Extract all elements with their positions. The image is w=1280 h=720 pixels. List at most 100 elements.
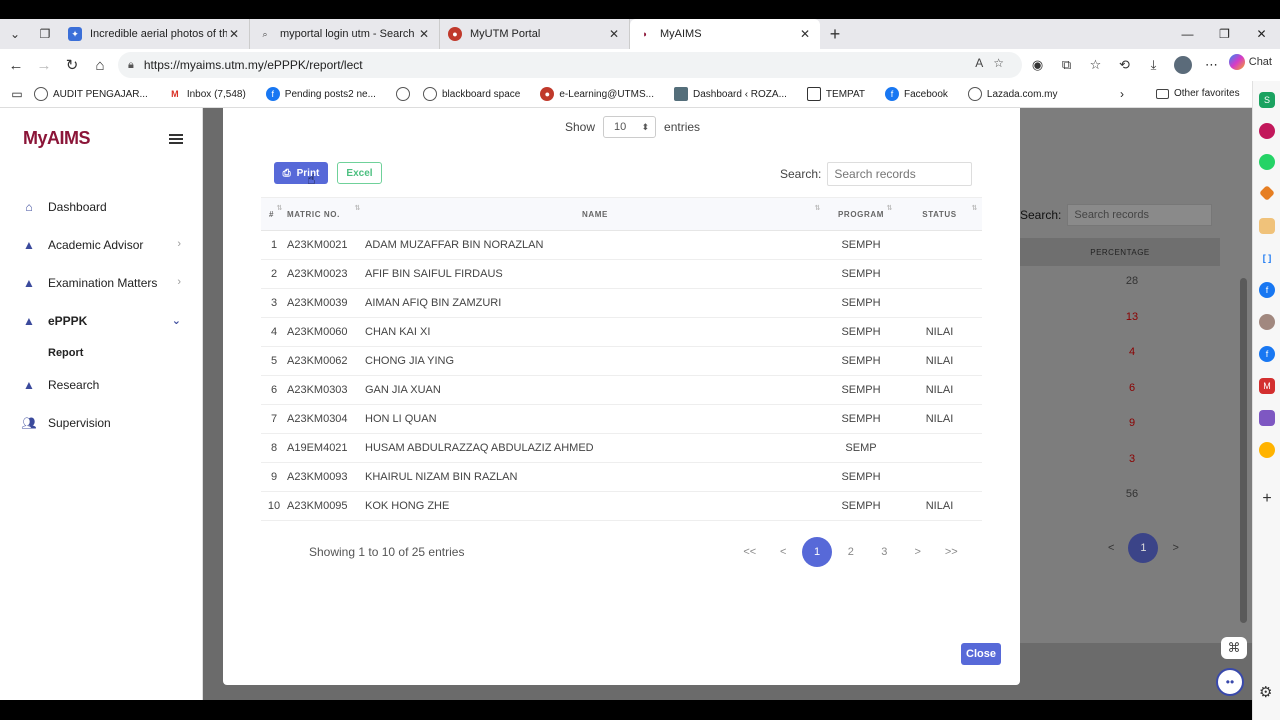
settings-gear-icon[interactable]: ⚙	[1259, 683, 1272, 701]
bookmark-item[interactable]: f Pending posts2 ne...	[265, 87, 376, 101]
page-length-control: Show 10 ⬍ entries	[565, 116, 700, 138]
page-scrollbar[interactable]	[1240, 278, 1247, 623]
close-button[interactable]: Close	[961, 643, 1001, 665]
home-icon[interactable]: ⌂	[86, 51, 114, 79]
pagination: << < 1 2 3 > >>	[733, 537, 968, 567]
page-3-button[interactable]: 3	[868, 538, 902, 566]
sidebar-app-icon[interactable]: S	[1259, 92, 1275, 108]
tab-actions-chevron-icon[interactable]: ⌄	[0, 19, 30, 49]
column-header-number[interactable]: # ⇅	[261, 197, 287, 231]
close-tab-icon[interactable]: ✕	[798, 27, 812, 41]
search-label: Search:	[780, 167, 822, 181]
prev-page-button[interactable]: <	[1108, 542, 1114, 554]
downloads-icon[interactable]: ⤓	[1139, 53, 1168, 77]
graduation-cap-icon: ▲	[23, 378, 35, 392]
sidebar-app-icon[interactable]: [ ]	[1259, 250, 1275, 266]
add-sidebar-app-plus-icon[interactable]: +	[1259, 490, 1275, 507]
next-page-button[interactable]: >	[901, 538, 935, 566]
sidebar-item-eppk[interactable]: ▲ ePPPK ⌄	[0, 302, 203, 340]
facebook-icon[interactable]: f	[1259, 346, 1275, 362]
hamburger-menu-icon[interactable]	[169, 134, 183, 144]
tab-myaims[interactable]: ◗ MyAIMS ✕	[630, 19, 820, 49]
chat-assistant-icon[interactable]: ••	[1216, 668, 1244, 696]
folder-icon	[1156, 88, 1169, 99]
forward-arrow-icon[interactable]: →	[30, 51, 58, 79]
page-1-button[interactable]: 1	[802, 537, 832, 567]
sidebar-item-dashboard[interactable]: ⌂ Dashboard	[0, 188, 203, 226]
whatsapp-icon[interactable]	[1259, 154, 1275, 170]
workspaces-icon[interactable]: ❐	[30, 19, 60, 49]
sidebar-item-research[interactable]: ▲ Research	[0, 366, 203, 404]
bookmark-item[interactable]: TEMPAT	[806, 87, 865, 101]
refresh-icon[interactable]: ↻	[58, 51, 86, 79]
sidebar-app-icon[interactable]	[1259, 442, 1275, 458]
tab-actions-icon[interactable]: ▭	[0, 87, 34, 101]
read-aloud-favorite-icons[interactable]: A☆	[975, 56, 1014, 70]
gmail-icon[interactable]: M	[1259, 378, 1275, 394]
extensions-puzzle-icon[interactable]: ⧉	[1052, 53, 1081, 77]
column-header-name[interactable]: NAME ⇅	[365, 197, 825, 231]
bookmark-item[interactable]: Lazada.com.my	[967, 87, 1058, 101]
current-page-button[interactable]: 1	[1128, 533, 1159, 563]
print-button[interactable]: ⎙ Print	[274, 162, 328, 184]
cookie-extension-icon[interactable]: ◉	[1023, 53, 1052, 77]
sidebar-app-icon[interactable]	[1259, 314, 1275, 330]
first-page-button[interactable]: <<	[733, 538, 767, 566]
tab-aerial-photos[interactable]: ✦ Incredible aerial photos of the wor ✕	[60, 19, 250, 49]
close-tab-icon[interactable]: ✕	[607, 27, 621, 41]
restore-icon[interactable]: ❐	[1206, 19, 1243, 49]
sidebar-item-supervision[interactable]: 👥︎ Supervision	[0, 404, 203, 442]
myaims-logo[interactable]: MyAIMS	[23, 128, 91, 149]
close-tab-icon[interactable]: ✕	[227, 27, 241, 41]
excel-button[interactable]: Excel	[337, 162, 382, 184]
tab-myutm-portal[interactable]: ● MyUTM Portal ✕	[440, 19, 630, 49]
tab-search[interactable]: ⌕ myportal login utm - Search ✕	[250, 19, 440, 49]
bookmark-item[interactable]	[395, 87, 415, 101]
sidebar-item-academic-advisor[interactable]: ▲ Academic Advisor ›	[0, 226, 203, 264]
page-length-select[interactable]: 10 ⬍	[603, 116, 657, 138]
other-favorites[interactable]: Other favorites	[1156, 88, 1240, 99]
table-header-row: # ⇅ MATRIC NO. ⇅ NAME ⇅ PROGRAM ⇅ STATUS ⇅	[261, 197, 982, 231]
favorites-icon[interactable]: ☆	[1081, 53, 1110, 77]
bookmark-item[interactable]: Dashboard ‹ ROZA...	[674, 87, 787, 101]
last-page-button[interactable]: >>	[935, 538, 969, 566]
facebook-icon[interactable]: f	[1259, 282, 1275, 298]
more-menu-icon[interactable]: ⋯	[1197, 53, 1226, 77]
background-search-input[interactable]: Search records	[1067, 204, 1213, 226]
minimize-icon[interactable]: —	[1169, 19, 1206, 49]
bookmark-item[interactable]: M Inbox (7,548)	[167, 87, 246, 101]
bookmark-item[interactable]: ● e-Learning@UTMS...	[540, 87, 654, 101]
column-header-program[interactable]: PROGRAM ⇅	[825, 197, 897, 231]
close-window-icon[interactable]: ✕	[1243, 19, 1280, 49]
status-cell: NILAI	[897, 491, 982, 521]
facebook-icon: f	[265, 87, 280, 101]
profile-avatar-icon[interactable]	[1168, 53, 1197, 77]
back-arrow-icon[interactable]: ←	[2, 51, 30, 79]
sidebar-app-icon[interactable]	[1259, 123, 1275, 139]
sidebar-app-icon[interactable]	[1259, 218, 1275, 234]
sidebar-subitem-report[interactable]: Report	[0, 340, 203, 366]
copilot-chat-button[interactable]: Chat	[1228, 54, 1272, 70]
bookmark-item[interactable]: blackboard space	[422, 87, 520, 101]
chevron-right-icon[interactable]: ›	[1120, 87, 1124, 101]
bookmark-item[interactable]: f Facebook	[885, 87, 948, 101]
page-2-button[interactable]: 2	[834, 538, 868, 566]
url-field[interactable]: 🔒︎ https://myaims.utm.my/ePPPK/report/le…	[118, 52, 1022, 78]
percentage-value: 6	[1128, 382, 1136, 394]
sidebar-item-examination-matters[interactable]: ▲ Examination Matters ›	[0, 264, 203, 302]
sidebar-app-icon[interactable]	[1259, 410, 1275, 426]
bookmark-item[interactable]: AUDIT PENGAJAR...	[34, 87, 148, 101]
new-tab-plus-icon[interactable]: +	[820, 19, 850, 49]
close-tab-icon[interactable]: ✕	[417, 27, 431, 41]
matric-cell: A23KM0060	[287, 317, 365, 347]
next-page-button[interactable]: >	[1172, 542, 1178, 554]
column-header-matric[interactable]: MATRIC NO. ⇅	[287, 197, 365, 231]
column-header-status[interactable]: STATUS ⇅	[897, 197, 982, 231]
search-input[interactable]	[827, 162, 973, 186]
row-number: 4	[261, 317, 287, 347]
bookmark-label: Pending posts2 ne...	[284, 88, 376, 100]
sidebar-app-icon[interactable]	[1259, 185, 1275, 201]
history-icon[interactable]: ⟲	[1110, 53, 1139, 77]
prev-page-button[interactable]: <	[767, 538, 801, 566]
apps-grid-icon[interactable]: ⌘	[1221, 637, 1247, 659]
